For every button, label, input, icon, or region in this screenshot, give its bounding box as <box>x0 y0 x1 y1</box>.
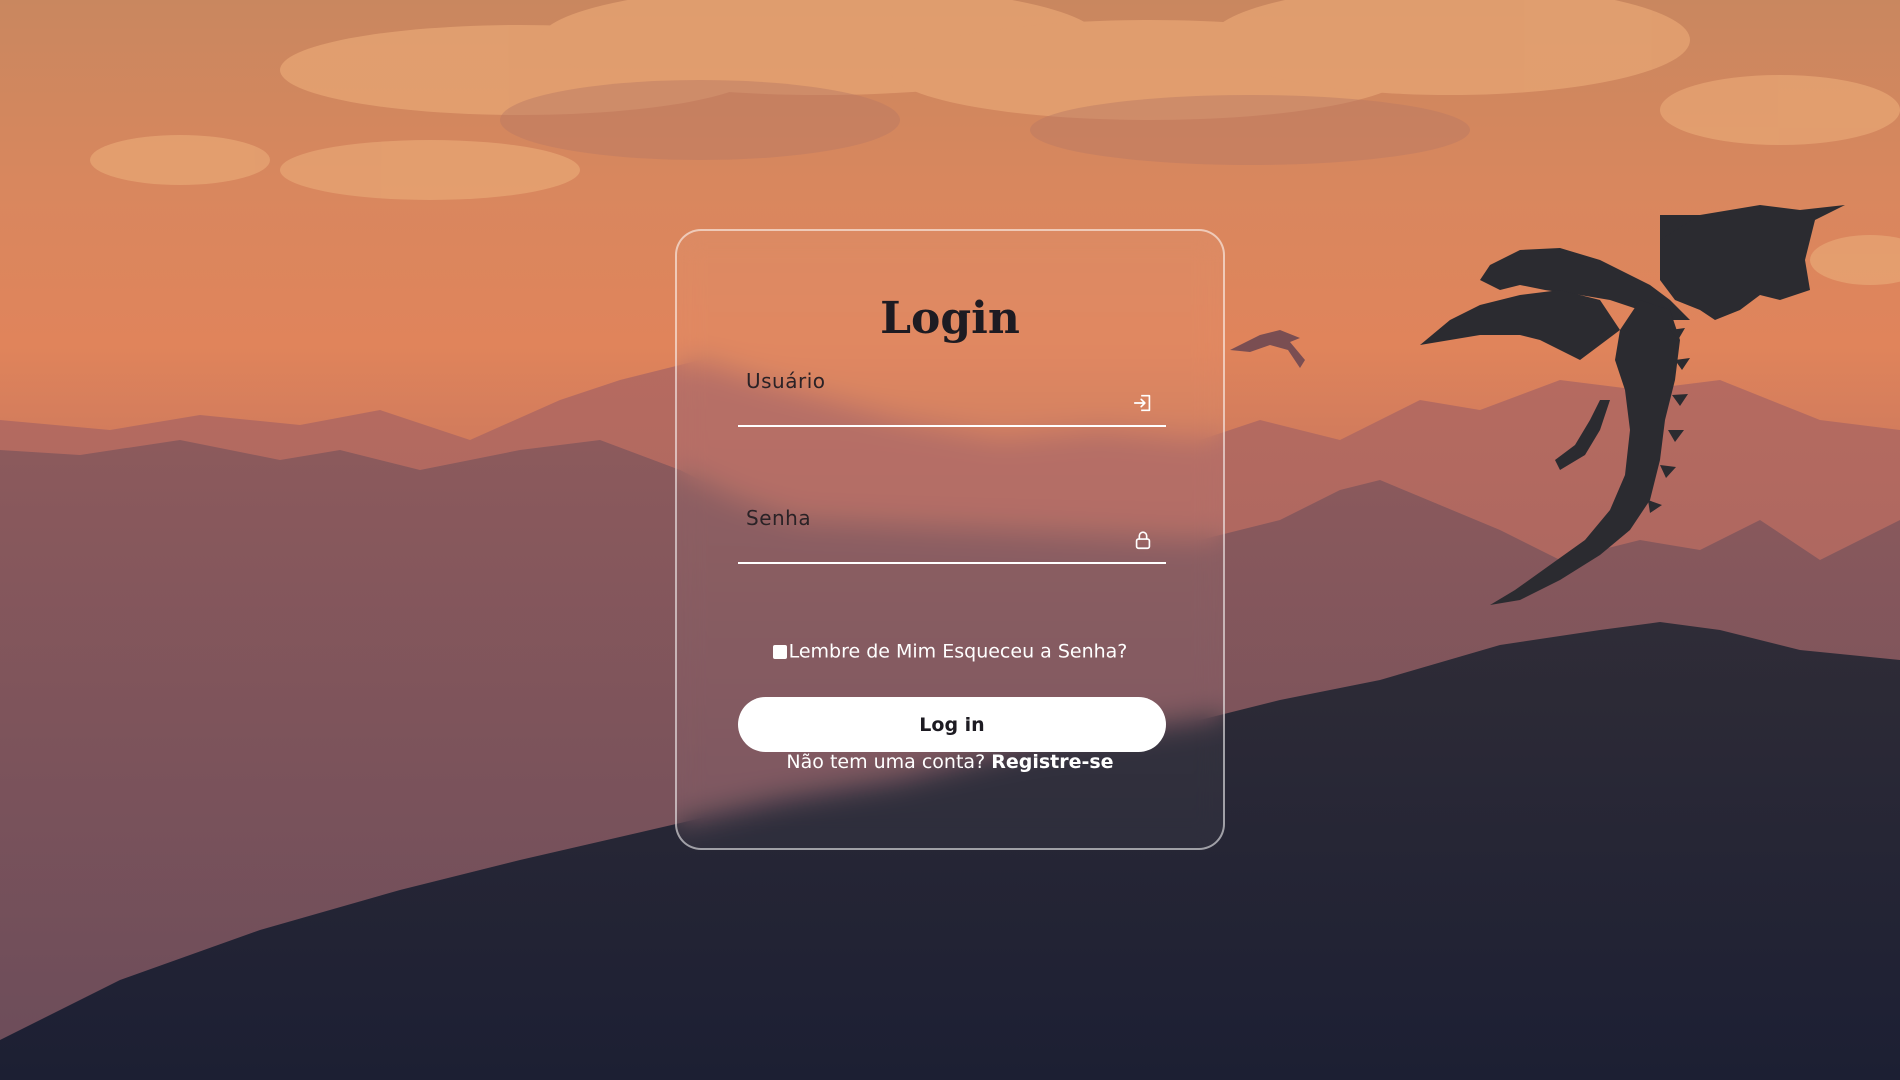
forgot-password-link[interactable]: Esqueceu a Senha? <box>942 641 1127 663</box>
remember-checkbox[interactable] <box>772 644 787 659</box>
login-page: Login Usuário Senha Lembre de Mim Esquec… <box>0 0 1900 1080</box>
login-title: Login <box>880 293 1020 344</box>
login-arrow-icon <box>1133 394 1151 412</box>
register-row: Não tem uma conta? Registre-se <box>677 751 1223 773</box>
remember-label[interactable]: Lembre de Mim <box>789 641 937 663</box>
register-link[interactable]: Registre-se <box>991 751 1113 773</box>
login-card: Login Usuário Senha Lembre de Mim Esquec… <box>675 229 1225 850</box>
username-input[interactable] <box>738 395 1122 425</box>
username-field[interactable]: Usuário <box>738 369 1166 427</box>
username-label: Usuário <box>746 369 826 393</box>
lock-icon <box>1135 531 1151 550</box>
distant-dragon <box>1230 330 1305 368</box>
remember-row: Lembre de Mim Esqueceu a Senha? <box>677 640 1223 663</box>
no-account-text: Não tem uma conta? <box>786 751 986 773</box>
password-label: Senha <box>746 506 812 530</box>
password-field[interactable]: Senha <box>738 506 1166 564</box>
password-input[interactable] <box>738 532 1122 562</box>
login-button[interactable]: Log in <box>738 697 1166 752</box>
